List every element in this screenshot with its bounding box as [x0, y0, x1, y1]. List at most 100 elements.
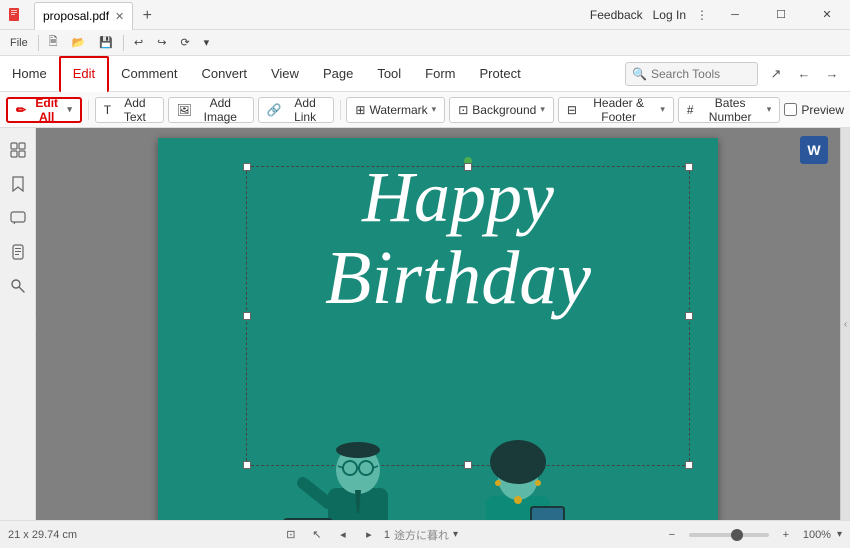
background-arrow: ▾ — [540, 104, 545, 115]
background-label: Background — [472, 103, 536, 117]
bates-number-button[interactable]: # Bates Number ▾ — [678, 97, 780, 123]
more-toolbar-button[interactable]: ▾ — [198, 32, 216, 54]
header-footer-icon: ⊟ — [567, 103, 577, 117]
menu-tool[interactable]: Tool — [365, 56, 413, 92]
header-footer-button[interactable]: ⊟ Header & Footer ▾ — [558, 97, 674, 123]
birthday-text-content: Birthday — [218, 237, 698, 321]
search-tools-box[interactable]: 🔍 — [625, 62, 758, 86]
preview-check-area: Preview — [784, 103, 844, 117]
feedback-area: Feedback Log In ⋮ — [590, 8, 708, 22]
save-icon: 💾 — [99, 36, 113, 49]
left-panel: › — [0, 128, 36, 520]
menu-edit[interactable]: Edit — [59, 56, 109, 92]
statusbar-left: 21 x 29.74 cm — [8, 529, 77, 541]
open-icon: 📂 — [72, 36, 86, 49]
zoom-slider[interactable] — [689, 533, 769, 537]
edit-all-button[interactable]: ✏ Edit All ▾ — [6, 97, 82, 123]
action-separator-1 — [88, 100, 89, 120]
save-button[interactable]: 💾 — [93, 32, 119, 54]
background-icon: ⊡ — [458, 103, 468, 117]
new-button[interactable]: 🗎 — [43, 32, 64, 54]
redo-button[interactable]: ↪ — [151, 32, 172, 54]
toolbar: File 🗎 📂 💾 ↩ ↪ ⟳ ▾ — [0, 30, 850, 56]
zoom-slider-thumb[interactable] — [731, 529, 743, 541]
birthday-text: Happy Birthday — [218, 158, 698, 321]
fit-page-button[interactable]: ⊡ — [280, 524, 302, 546]
image-icon: 🖼 — [177, 103, 192, 117]
header-footer-label: Header & Footer — [581, 96, 656, 124]
word-conversion-icon[interactable]: W — [800, 136, 828, 164]
watermark-label: Watermark — [369, 103, 427, 117]
edit-all-arrow: ▾ — [67, 104, 72, 115]
login-link[interactable]: Log In — [653, 8, 686, 22]
undo-button[interactable]: ↩ — [128, 32, 149, 54]
titlebar: proposal.pdf ✕ + Feedback Log In ⋮ ─ ☐ ✕ — [0, 0, 850, 30]
page-number: 1 — [384, 529, 390, 541]
link-icon: 🔗 — [267, 103, 282, 117]
add-text-label: Add Text — [115, 96, 155, 124]
menu-form[interactable]: Form — [413, 56, 467, 92]
statusbar-right: − + 100% ▾ — [661, 524, 842, 546]
zoom-in-button[interactable]: + — [775, 524, 797, 546]
bookmark-icon[interactable] — [4, 170, 32, 198]
page-size-info: 21 x 29.74 cm — [8, 529, 77, 541]
zoom-out-button[interactable]: − — [661, 524, 683, 546]
bates-icon: # — [687, 103, 694, 117]
close-button[interactable]: ✕ — [804, 0, 850, 30]
select-tool-button[interactable]: ↖ — [306, 524, 328, 546]
bates-label: Bates Number — [698, 96, 763, 124]
zoom-dropdown[interactable]: ▾ — [837, 529, 842, 540]
comment-icon[interactable] — [4, 204, 32, 232]
edit-all-label: Edit All — [30, 96, 63, 124]
menu-protect[interactable]: Protect — [468, 56, 533, 92]
menubar: Home Edit Comment Convert View Page Tool… — [0, 56, 850, 92]
statusbar-center: ⊡ ↖ ◂ ▸ 1 途方に暮れ ▾ — [77, 524, 661, 546]
menu-convert[interactable]: Convert — [189, 56, 259, 92]
nav-back-icon[interactable]: ← — [792, 62, 816, 86]
minimize-button[interactable]: ─ — [712, 0, 758, 30]
menu-home[interactable]: Home — [0, 56, 59, 92]
pdf-area[interactable]: W Happy Birthday — [36, 128, 840, 520]
tab-close-icon[interactable]: ✕ — [115, 10, 124, 23]
menu-comment[interactable]: Comment — [109, 56, 189, 92]
preview-checkbox[interactable] — [784, 103, 797, 116]
open-button[interactable]: 📂 — [66, 32, 92, 54]
window-controls: ─ ☐ ✕ — [712, 0, 850, 30]
share-button[interactable]: ⟳ — [174, 32, 195, 54]
app-icon — [6, 0, 26, 30]
search-tools-input[interactable] — [651, 67, 751, 81]
new-tab-button[interactable]: + — [133, 2, 161, 30]
next-page-button[interactable]: ▸ — [358, 524, 380, 546]
status-dropdown[interactable]: ▾ — [453, 529, 458, 540]
bates-arrow: ▾ — [767, 104, 772, 115]
add-text-button[interactable]: T Add Text — [95, 97, 164, 123]
attachment-icon[interactable] — [4, 238, 32, 266]
menu-page[interactable]: Page — [311, 56, 365, 92]
external-link-icon[interactable]: ↗ — [764, 62, 788, 86]
maximize-button[interactable]: ☐ — [758, 0, 804, 30]
more-options-icon[interactable]: ⋮ — [696, 8, 708, 22]
background-button[interactable]: ⊡ Background ▾ — [449, 97, 554, 123]
zoom-percentage: 100% — [803, 529, 831, 541]
add-link-button[interactable]: 🔗 Add Link — [258, 97, 334, 123]
preview-label[interactable]: Preview — [801, 103, 844, 117]
prev-page-button[interactable]: ◂ — [332, 524, 354, 546]
search-icon: 🔍 — [632, 67, 647, 81]
feedback-link[interactable]: Feedback — [590, 8, 643, 22]
watermark-button[interactable]: ⊞ Watermark ▾ — [346, 97, 445, 123]
happy-text: Happy — [218, 158, 698, 237]
add-image-button[interactable]: 🖼 Add Image — [168, 97, 254, 123]
header-footer-arrow: ▾ — [660, 104, 665, 115]
file-menu-button[interactable]: File — [4, 32, 34, 54]
thumbnails-icon[interactable] — [4, 136, 32, 164]
pdf-page: Happy Birthday — [158, 138, 718, 520]
tab-proposal[interactable]: proposal.pdf ✕ — [34, 2, 133, 30]
watermark-arrow: ▾ — [432, 104, 437, 115]
nav-forward-icon[interactable]: → — [820, 62, 844, 86]
edit-icon: ✏ — [16, 103, 26, 117]
search-panel-icon[interactable] — [4, 272, 32, 300]
add-image-label: Add Image — [196, 96, 245, 124]
menu-view[interactable]: View — [259, 56, 311, 92]
right-panel-handle[interactable]: ‹ — [840, 128, 850, 520]
watermark-icon: ⊞ — [355, 103, 365, 117]
